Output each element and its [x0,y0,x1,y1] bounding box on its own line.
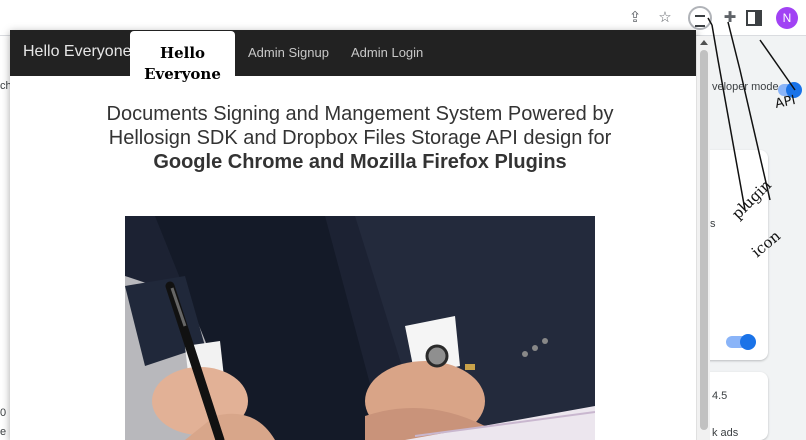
nav-admin-login[interactable]: Admin Login [351,45,423,60]
avatar[interactable]: N [776,7,798,29]
tab-label-line2: Everyone [144,65,221,83]
background-text: s [710,218,716,230]
signing-photo [125,216,595,440]
star-icon[interactable]: ☆ [655,8,675,28]
background-text: e [0,426,7,438]
scroll-thumb[interactable] [700,50,708,430]
signing-photo-illustration [125,216,595,440]
background-text: 0 [0,407,7,419]
navbar: Hello Everyone Admin Signup Admin Login [10,30,696,76]
scroll-up-arrow-icon[interactable] [700,40,708,45]
navbar-brand[interactable]: Hello Everyone [23,43,132,61]
extension-toggle[interactable] [726,334,756,350]
nav-admin-signup[interactable]: Admin Signup [248,45,329,60]
tab-label-line1: Hello [159,44,206,62]
headline-bold: Google Chrome and Mozilla Firefox Plugin… [153,151,567,173]
puzzle-icon[interactable]: ✚ [720,8,740,28]
background-page-left [0,36,10,440]
popup-scrollbar[interactable] [696,36,710,440]
extension-icon[interactable] [688,6,712,30]
extension-popup: Hello Everyone Admin Signup Admin Login … [10,30,696,440]
page-title: Documents Signing and Mangement System P… [60,102,660,174]
tab-hello-everyone[interactable]: Hello Everyone [130,31,235,83]
developer-mode-label: veloper mode [712,81,779,93]
extension-card [702,150,768,360]
headline-line2: Hellosign SDK and Dropbox Files Storage … [108,127,612,149]
headline-line1: Documents Signing and Mangement System P… [106,103,614,125]
extension-version: 4.5 [712,390,728,402]
developer-mode-toggle[interactable] [778,82,802,98]
share-icon[interactable]: ⇪ [625,8,645,28]
background-text: k ads [712,427,739,439]
side-panel-icon[interactable] [746,10,762,26]
